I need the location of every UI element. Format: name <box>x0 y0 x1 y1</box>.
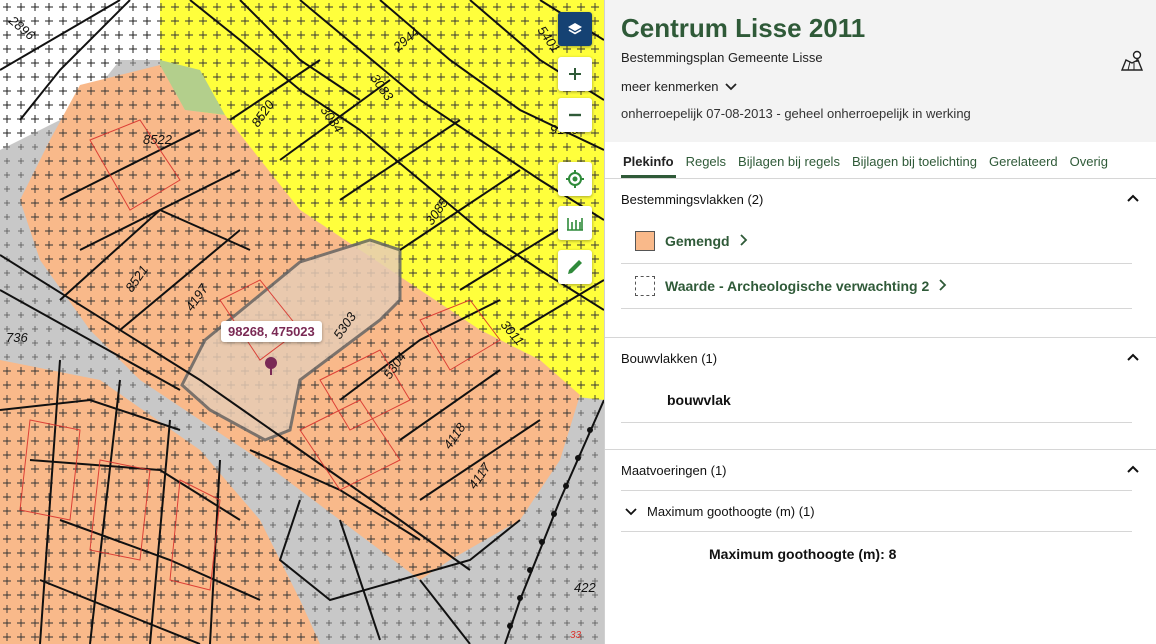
section-title: Maatvoeringen (1) <box>621 462 727 478</box>
bestemmingsvlakken-section: Bestemmingsvlakken (2) Gemengd Waarde - … <box>605 179 1156 309</box>
parcel-label: 736 <box>6 330 28 345</box>
ruler-icon <box>566 215 584 231</box>
legend-item-archeologie[interactable]: Waarde - Archeologische verwachting 2 <box>621 264 1140 308</box>
bestemmingsvlakken-header[interactable]: Bestemmingsvlakken (2) <box>621 179 1140 219</box>
chevron-down-icon <box>724 79 737 94</box>
color-swatch <box>635 231 655 251</box>
plan-title: Centrum Lisse 2011 <box>621 13 866 43</box>
location-icon <box>565 169 585 189</box>
tab-bijlagen-toelichting[interactable]: Bijlagen bij toelichting <box>850 150 979 178</box>
plan-status: onherroepelijk 07-08-2013 - geheel onher… <box>621 106 971 121</box>
location-marker-icon <box>264 356 278 381</box>
tab-gerelateerd[interactable]: Gerelateerd <box>987 150 1060 178</box>
layers-button[interactable] <box>558 12 592 46</box>
layers-icon <box>567 21 583 37</box>
color-swatch <box>635 276 655 296</box>
parcel-label: 422 <box>574 580 596 595</box>
bouwvlak-item: bouwvlak <box>667 392 731 408</box>
parcel-label: 8522 <box>143 132 173 147</box>
draw-button[interactable] <box>558 250 592 284</box>
chevron-up-icon <box>1126 191 1140 208</box>
tab-bijlagen-regels[interactable]: Bijlagen bij regels <box>736 150 842 178</box>
maximum-goothoogte-toggle[interactable]: Maximum goothoogte (m) (1) <box>621 491 1140 531</box>
info-panel: Centrum Lisse 2011 Bestemmingsplan Gemee… <box>604 0 1156 644</box>
map-view[interactable]: 2896 2944 3083 5401 8520 3084 8522 9109 … <box>0 0 604 644</box>
more-properties-toggle[interactable]: meer kenmerken <box>621 79 1140 94</box>
pencil-icon <box>566 258 584 276</box>
plan-type: Bestemmingsplan Gemeente Lisse <box>621 50 823 65</box>
tab-bar: Plekinfo Regels Bijlagen bij regels Bijl… <box>605 142 1156 178</box>
parcel-label: 33 <box>570 630 582 641</box>
tab-regels[interactable]: Regels <box>684 150 728 178</box>
chevron-up-icon <box>1126 350 1140 367</box>
legend-label: Waarde - Archeologische verwachting 2 <box>665 278 930 294</box>
legend-item-gemengd[interactable]: Gemengd <box>621 219 1140 263</box>
chevron-down-icon <box>625 504 637 519</box>
zoom-out-button[interactable] <box>558 98 592 132</box>
maximum-goothoogte-value: Maximum goothoogte (m): 8 <box>709 546 897 562</box>
coordinate-label: 98268, 475023 <box>221 321 322 342</box>
zoom-in-button[interactable] <box>558 57 592 91</box>
section-title: Bestemmingsvlakken (2) <box>621 191 764 207</box>
sub-section-title: Maximum goothoogte (m) (1) <box>647 503 815 519</box>
chevron-up-icon <box>1126 462 1140 479</box>
bouwvlakken-header[interactable]: Bouwvlakken (1) <box>621 338 1140 378</box>
chevron-right-icon <box>939 278 947 294</box>
panel-header: Centrum Lisse 2011 Bestemmingsplan Gemee… <box>605 0 1156 142</box>
measure-button[interactable] <box>558 206 592 240</box>
section-title: Bouwvlakken (1) <box>621 350 718 366</box>
maatvoeringen-header[interactable]: Maatvoeringen (1) <box>621 450 1140 490</box>
more-properties-label: meer kenmerken <box>621 79 719 94</box>
chevron-right-icon <box>739 233 748 249</box>
minus-icon <box>568 108 582 122</box>
bouwvlakken-section: Bouwvlakken (1) bouwvlak <box>605 338 1156 423</box>
tab-overig[interactable]: Overig <box>1068 150 1110 178</box>
map-pin-icon[interactable] <box>1120 50 1144 77</box>
legend-label: Gemengd <box>665 233 730 249</box>
tab-plekinfo[interactable]: Plekinfo <box>621 150 676 178</box>
maatvoeringen-section: Maatvoeringen (1) Maximum goothoogte (m)… <box>605 450 1156 576</box>
plus-icon <box>568 67 582 81</box>
locate-button[interactable] <box>558 162 592 196</box>
